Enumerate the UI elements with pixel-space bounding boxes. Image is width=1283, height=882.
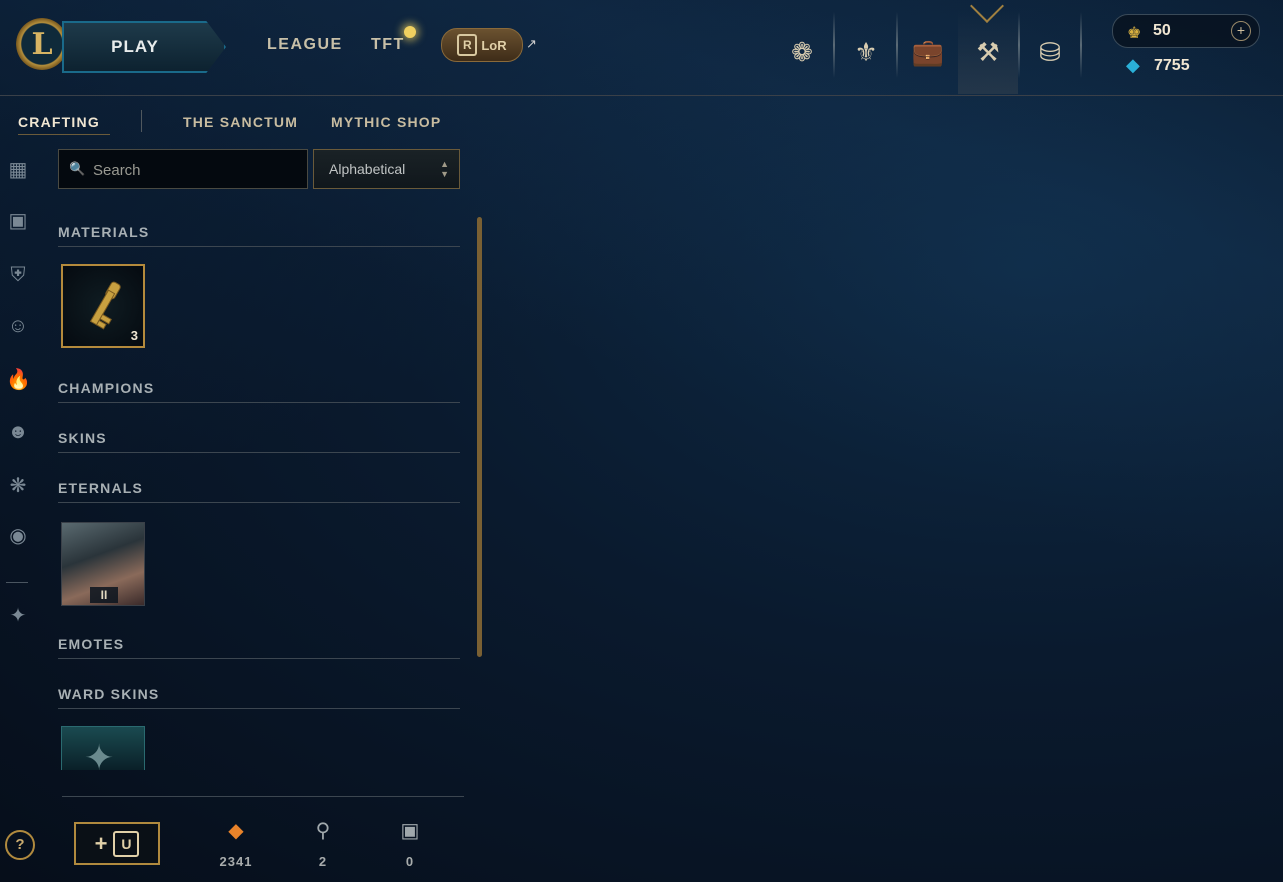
play-button[interactable]: PLAY [62,21,226,73]
section-eternals-title[interactable]: ETERNALS [58,480,143,496]
divider [62,796,464,797]
keys-value: 2 [318,854,328,869]
blue-essence-value: 7755 [1154,57,1190,74]
other-icon[interactable]: ✦ [6,604,30,628]
lor-icon: R [457,34,478,56]
nav-league[interactable]: LEAGUE [267,36,343,54]
divider [58,502,460,503]
chest-icon: ▣ [400,820,420,842]
scrollbar[interactable] [477,217,482,657]
background [0,0,1283,882]
profile-lotus-icon[interactable]: ❁ [772,10,832,94]
riot-points-wallet: ♚ 50 + [1112,14,1260,48]
section-skins-title[interactable]: SKINS [58,430,107,446]
collection-bag-icon[interactable]: 💼 [898,10,958,94]
top-navigation-bar: L PLAY LEAGUE TFT R LoR ↗ ❁ ⚜ 💼 ⚒ ⛁ ♚ 50… [0,0,1283,96]
divider [833,12,835,78]
nav-tft[interactable]: TFT [371,36,405,54]
riot-points-icon: ♚ [1127,25,1142,42]
section-materials-title[interactable]: MATERIALS [58,224,149,240]
orange-essence-icon: ◆ [228,820,244,842]
buy-rp-button[interactable]: + [1231,21,1251,41]
riot-points-value: 50 [1153,22,1171,39]
sort-value: Alphabetical [329,161,406,177]
skin-mask-icon[interactable]: ☺ [6,314,30,338]
tab-mythic-shop[interactable]: MYTHIC SHOP [331,114,441,130]
loot-item-key-fragment[interactable]: 3 [61,264,145,348]
loot-item-ward-skin[interactable]: ✦ [61,726,145,770]
external-link-icon: ↗ [526,36,537,51]
chest-icon: U [113,830,140,857]
chests-value: 0 [405,854,415,869]
icons-profile-icon[interactable]: ◉ [6,524,30,548]
divider [1080,12,1082,78]
emote-face-icon[interactable]: ☻ [6,420,30,444]
orange-essence-value: 2341 [219,854,253,869]
section-champions-title[interactable]: CHAMPIONS [58,380,154,396]
store-coins-icon[interactable]: ⛁ [1020,10,1080,94]
help-button[interactable]: ? [5,830,35,860]
divider [141,110,142,132]
hextech-key-icon [89,281,121,330]
tab-crafting[interactable]: CRAFTING [18,114,100,130]
section-ward-skins-title[interactable]: WARD SKINS [58,686,159,702]
ward-icon[interactable]: ❋ [6,474,30,498]
divider [58,452,460,453]
eternal-tier-badge: II [90,587,118,603]
eternals-flame-icon[interactable]: 🔥 [6,368,31,392]
lor-button[interactable]: R LoR [441,28,523,62]
honor-icon[interactable]: ⚜ [836,10,896,94]
divider [58,708,460,709]
divider [58,402,460,403]
tab-the-sanctum[interactable]: THE SANCTUM [183,114,298,130]
chests-counter: ▣ 0 [380,818,440,869]
add-chest-button[interactable]: + U [74,822,160,865]
search-input[interactable] [91,158,295,182]
search-box: 🔍 [58,149,308,189]
section-emotes-title[interactable]: EMOTES [58,636,124,652]
divider [58,246,460,247]
loot-item-eternal[interactable]: II [61,522,145,606]
divider [6,582,28,583]
item-count: 3 [130,328,138,343]
orange-essence-counter: ◆ 2341 [206,818,266,869]
active-tab-underline [18,134,110,135]
sort-dropdown[interactable]: Alphabetical ▲ ▼ [313,149,460,189]
divider [58,658,460,659]
search-icon: 🔍 [69,161,86,176]
key-icon: ⚲ [315,820,331,842]
loot-crafting-icon[interactable]: ⚒ [958,10,1018,94]
all-grid-icon[interactable]: ▦ [6,158,30,182]
champion-helmet-icon[interactable]: ⛨ [6,263,30,287]
league-logo[interactable]: L [16,18,68,70]
tft-notification-dot [404,26,416,38]
dropdown-arrows-icon: ▲ ▼ [440,159,449,179]
ward-skin-icon: ✦ [84,737,115,770]
chest-icon[interactable]: ▣ [6,209,30,233]
blue-essence-icon: ◆ [1126,55,1140,75]
keys-counter: ⚲ 2 [293,818,353,869]
